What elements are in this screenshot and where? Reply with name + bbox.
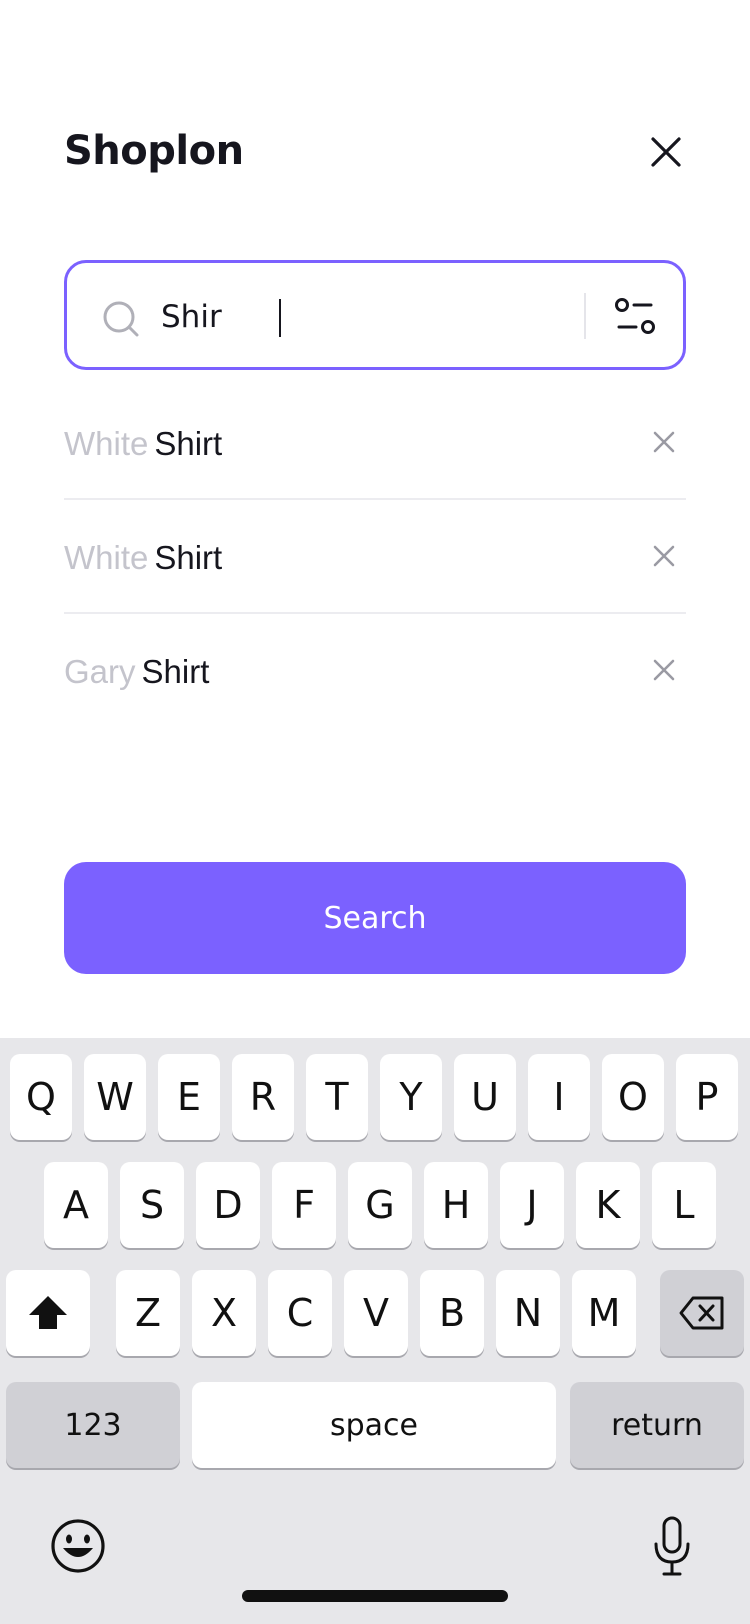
key-x[interactable]: X xyxy=(192,1270,256,1356)
close-icon xyxy=(651,137,681,167)
key-n[interactable]: N xyxy=(496,1270,560,1356)
remove-icon xyxy=(653,545,675,567)
key-g[interactable]: G xyxy=(348,1162,412,1248)
key-s[interactable]: S xyxy=(120,1162,184,1248)
app-logo: Shoplon xyxy=(64,128,244,174)
key-l[interactable]: L xyxy=(652,1162,716,1248)
key-f[interactable]: F xyxy=(272,1162,336,1248)
search-divider xyxy=(584,293,586,339)
key-e[interactable]: E xyxy=(158,1054,220,1140)
numbers-key[interactable]: 123 xyxy=(6,1382,180,1468)
suggestion-text: White Shirt xyxy=(64,538,222,578)
suggestion-list: White Shirt White Shirt Gary Shirt xyxy=(64,386,686,726)
space-key[interactable]: space xyxy=(192,1382,556,1468)
key-z[interactable]: Z xyxy=(116,1270,180,1356)
suggestion-match: Shirt xyxy=(154,539,223,576)
dictation-button[interactable] xyxy=(652,1516,692,1580)
backspace-icon xyxy=(679,1296,724,1330)
key-d[interactable]: D xyxy=(196,1162,260,1248)
suggestion-prefix: Gary xyxy=(64,653,136,690)
filter-icon xyxy=(615,298,655,334)
emoji-icon xyxy=(51,1519,105,1573)
suggestion-prefix: White xyxy=(64,539,149,576)
key-o[interactable]: O xyxy=(602,1054,664,1140)
search-button[interactable]: Search xyxy=(64,862,686,974)
remove-icon xyxy=(653,431,675,453)
key-u[interactable]: U xyxy=(454,1054,516,1140)
on-screen-keyboard: Q W E R T Y U I O P A S D F G H J K L Z … xyxy=(0,1038,750,1624)
key-q[interactable]: Q xyxy=(10,1054,72,1140)
suggestion-item[interactable]: Gary Shirt xyxy=(64,614,686,726)
suggestion-text: White Shirt xyxy=(64,424,222,464)
key-h[interactable]: H xyxy=(424,1162,488,1248)
backspace-key[interactable] xyxy=(660,1270,744,1356)
return-key[interactable]: return xyxy=(570,1382,744,1468)
remove-suggestion-button[interactable] xyxy=(648,654,680,686)
remove-suggestion-button[interactable] xyxy=(648,426,680,458)
shift-icon xyxy=(29,1296,67,1329)
app-header: Shoplon xyxy=(64,120,686,190)
remove-icon xyxy=(653,659,675,681)
key-c[interactable]: C xyxy=(268,1270,332,1356)
remove-suggestion-button[interactable] xyxy=(648,540,680,572)
key-b[interactable]: B xyxy=(420,1270,484,1356)
key-j[interactable]: J xyxy=(500,1162,564,1248)
key-v[interactable]: V xyxy=(344,1270,408,1356)
shift-key[interactable] xyxy=(6,1270,90,1356)
suggestion-text: Gary Shirt xyxy=(64,652,209,692)
home-indicator[interactable] xyxy=(242,1590,508,1602)
suggestion-match: Shirt xyxy=(141,653,210,690)
text-caret xyxy=(279,299,281,337)
key-p[interactable]: P xyxy=(676,1054,738,1140)
filter-button[interactable] xyxy=(607,291,663,345)
key-m[interactable]: M xyxy=(572,1270,636,1356)
key-k[interactable]: K xyxy=(576,1162,640,1248)
suggestion-item[interactable]: White Shirt xyxy=(64,386,686,500)
microphone-icon xyxy=(654,1516,690,1576)
search-bar xyxy=(64,260,686,370)
key-y[interactable]: Y xyxy=(380,1054,442,1140)
key-t[interactable]: T xyxy=(306,1054,368,1140)
search-icon xyxy=(103,301,139,337)
suggestion-item[interactable]: White Shirt xyxy=(64,500,686,614)
key-a[interactable]: A xyxy=(44,1162,108,1248)
search-input[interactable] xyxy=(161,297,461,337)
close-button[interactable] xyxy=(646,132,686,172)
key-w[interactable]: W xyxy=(84,1054,146,1140)
suggestion-match: Shirt xyxy=(154,425,223,462)
key-r[interactable]: R xyxy=(232,1054,294,1140)
key-i[interactable]: I xyxy=(528,1054,590,1140)
emoji-button[interactable] xyxy=(48,1516,108,1576)
suggestion-prefix: White xyxy=(64,425,149,462)
